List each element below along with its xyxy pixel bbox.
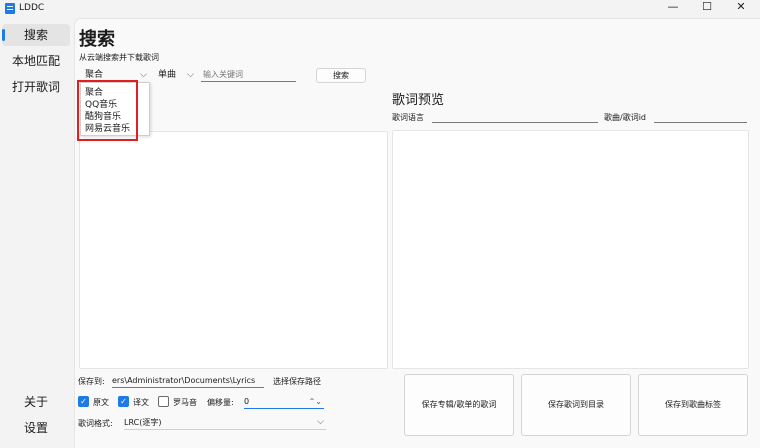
- save-to-tag-button[interactable]: 保存到歌曲标签: [638, 374, 748, 436]
- romaji-checkbox[interactable]: [158, 396, 169, 407]
- chevron-down-icon: ⌵: [187, 70, 194, 80]
- offset-spinbox[interactable]: 0 ⌃⌄: [244, 395, 324, 409]
- keyword-input[interactable]: [201, 68, 296, 82]
- chevron-down-icon: ⌵: [140, 70, 147, 80]
- page-subtitle: 从云端搜索并下载歌词: [79, 53, 159, 62]
- format-select[interactable]: LRC(逐字) ⌵: [124, 416, 326, 430]
- translation-checkbox[interactable]: ✓: [118, 396, 129, 407]
- format-select-value: LRC(逐字): [124, 418, 162, 427]
- highlight-box: [77, 80, 138, 141]
- app-icon: [5, 3, 15, 14]
- window-title: LDDC: [19, 3, 45, 13]
- maximize-button[interactable]: ☐: [690, 0, 724, 16]
- translation-label: 译文: [133, 398, 149, 407]
- save-path-label: 保存到:: [78, 377, 105, 386]
- type-select[interactable]: 单曲 ⌵: [158, 69, 196, 82]
- chevron-down-icon: ⌵: [317, 417, 324, 427]
- spin-arrows-icon[interactable]: ⌃⌄: [309, 395, 322, 408]
- original-checkbox[interactable]: ✓: [78, 396, 89, 407]
- page-title: 搜索: [79, 29, 115, 50]
- format-label: 歌词格式:: [78, 419, 113, 428]
- title-bar: LDDC — ☐ ✕: [0, 0, 760, 18]
- song-id-label: 歌曲/歌词id: [604, 113, 646, 122]
- offset-label: 偏移量:: [207, 398, 234, 407]
- lyrics-language-field[interactable]: [432, 122, 598, 123]
- sidebar: 搜索 本地匹配 打开歌词 关于 设置: [0, 18, 74, 447]
- lyrics-language-label: 歌词语言: [392, 113, 424, 122]
- original-label: 原文: [93, 398, 109, 407]
- results-panel[interactable]: [79, 131, 388, 369]
- sidebar-item-open-lyrics[interactable]: 打开歌词: [2, 76, 70, 98]
- offset-value: 0: [244, 397, 250, 406]
- song-id-field[interactable]: [654, 122, 747, 123]
- preview-title: 歌词预览: [392, 93, 445, 108]
- lyrics-preview-panel[interactable]: [392, 130, 749, 369]
- save-path-input[interactable]: ers\Administrator\Documents\Lyrics: [112, 374, 264, 388]
- type-select-value: 单曲: [158, 70, 177, 80]
- sidebar-item-search[interactable]: 搜索: [2, 24, 70, 46]
- close-button[interactable]: ✕: [724, 0, 758, 16]
- sidebar-item-about[interactable]: 关于: [2, 391, 70, 413]
- sidebar-item-settings[interactable]: 设置: [2, 417, 70, 439]
- search-button[interactable]: 搜索: [316, 68, 366, 83]
- choose-path-button[interactable]: 选择保存路径: [273, 376, 321, 387]
- save-to-directory-button[interactable]: 保存歌词到目录: [521, 374, 631, 436]
- minimize-button[interactable]: —: [656, 0, 690, 16]
- romaji-label: 罗马音: [173, 398, 197, 407]
- save-album-lyrics-button[interactable]: 保存专辑/歌单的歌词: [404, 374, 514, 436]
- sidebar-item-local-match[interactable]: 本地匹配: [2, 50, 70, 72]
- source-select-value: 聚合: [85, 70, 104, 80]
